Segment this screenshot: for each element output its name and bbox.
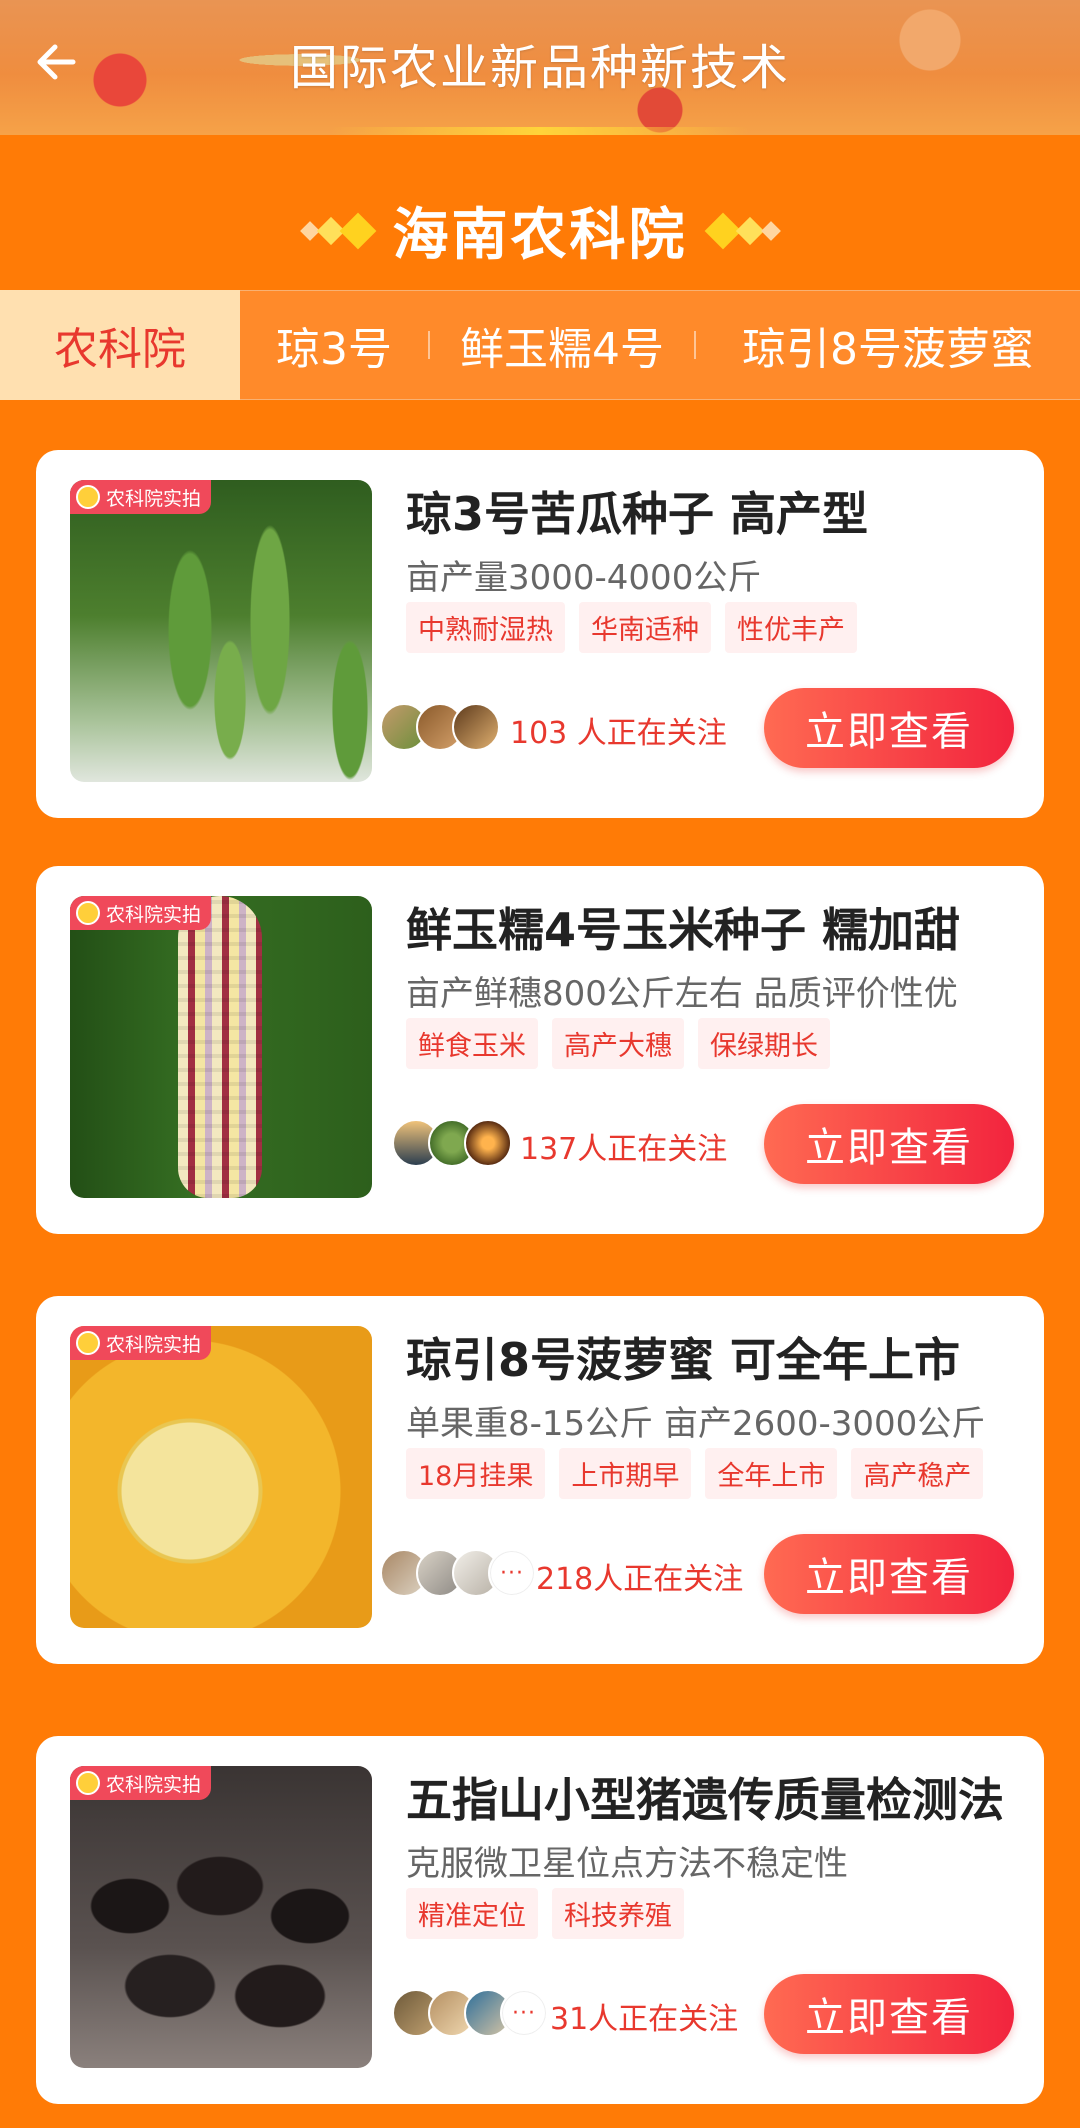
product-image[interactable]: 农科院实拍 [70,896,372,1198]
product-card[interactable]: 农科院实拍 琼引8号菠萝蜜 可全年上市 单果重8-15公斤 亩产2600-300… [36,1296,1044,1664]
tag: 上市期早 [559,1448,692,1499]
avatar [464,1119,512,1167]
more-avatars-icon: ··· [500,1989,548,2037]
product-title: 五指山小型猪遗传质量检测法 [406,1773,1004,1827]
product-card[interactable]: 农科院实拍 鲜玉糯4号玉米种子 糯加甜 亩产鲜穗800公斤左右 品质评价性优 鲜… [36,866,1044,1234]
follower-avatars [392,1119,512,1167]
tag: 高产大穗 [552,1018,684,1069]
photo-badge: 农科院实拍 [70,480,212,514]
view-now-button[interactable]: 立即查看 [764,1534,1014,1614]
view-now-button[interactable]: 立即查看 [764,688,1014,768]
section-title: 海南农科院 [392,203,688,268]
follower-count: 31人正在关注 [550,2002,739,2037]
academy-logo-icon [76,901,100,925]
follower-avatars: ··· [380,1549,536,1597]
tag: 精准定位 [406,1888,538,1939]
tab-xianyunuo4[interactable]: 鲜玉糯4号 [430,290,694,400]
academy-logo-icon [76,1771,100,1795]
product-title: 琼引8号菠萝蜜 可全年上市 [406,1333,961,1387]
product-card[interactable]: 农科院实拍 琼3号苦瓜种子 高产型 亩产量3000-4000公斤 中熟耐湿热 华… [36,450,1044,818]
academy-logo-icon [76,485,100,509]
section-heading: 海南农科院 [0,190,1080,271]
decor-diamond-right-icon [704,212,781,249]
tab-qiongyin8[interactable]: 琼引8号菠萝蜜 [696,290,1080,400]
product-image[interactable]: 农科院实拍 [70,1326,372,1628]
tag: 性优丰产 [725,602,857,653]
header-banner: 国际农业新品种新技术 [0,0,1080,135]
photo-badge: 农科院实拍 [70,1766,212,1800]
badge-label: 农科院实拍 [106,1333,202,1356]
badge-label: 农科院实拍 [106,903,202,926]
tag: 全年上市 [705,1448,838,1499]
tag: 鲜食玉米 [406,1018,538,1069]
tag-list: 精准定位 科技养殖 [406,1888,684,1939]
product-title: 琼3号苦瓜种子 高产型 [406,487,869,541]
tab-qiong3[interactable]: 琼3号 [240,290,428,400]
badge-label: 农科院实拍 [106,1773,202,1796]
tag: 华南适种 [579,602,711,653]
follower-avatars: ··· [392,1989,548,2037]
tag: 18月挂果 [406,1448,546,1499]
product-subtitle: 克服微卫星位点方法不稳定性 [406,1844,848,1884]
tag: 高产稳产 [851,1448,984,1499]
tag: 保绿期长 [698,1018,830,1069]
academy-logo-icon [76,1331,100,1355]
tag-list: 鲜食玉米 高产大穗 保绿期长 [406,1018,830,1069]
view-now-button[interactable]: 立即查看 [764,1104,1014,1184]
tag: 科技养殖 [552,1888,684,1939]
product-card[interactable]: 农科院实拍 五指山小型猪遗传质量检测法 克服微卫星位点方法不稳定性 精准定位 科… [36,1736,1044,2104]
follower-count: 137人正在关注 [520,1132,728,1167]
product-subtitle: 亩产鲜穗800公斤左右 品质评价性优 [406,974,958,1014]
avatar [452,703,500,751]
more-avatars-icon: ··· [488,1549,536,1597]
page-title: 国际农业新品种新技术 [289,40,790,96]
product-title: 鲜玉糯4号玉米种子 糯加甜 [406,903,961,957]
photo-badge: 农科院实拍 [70,1326,212,1360]
follower-avatars [380,703,500,751]
product-subtitle: 单果重8-15公斤 亩产2600-3000公斤 [406,1404,986,1444]
tab-nongkeyuan[interactable]: 农科院 [0,290,240,400]
follower-count: 103 人正在关注 [510,716,727,751]
view-now-button[interactable]: 立即查看 [764,1974,1014,2054]
tag: 中熟耐湿热 [406,602,565,653]
tag-list: 中熟耐湿热 华南适种 性优丰产 [406,602,857,653]
product-image[interactable]: 农科院实拍 [70,1766,372,2068]
product-image[interactable]: 农科院实拍 [70,480,372,782]
photo-badge: 农科院实拍 [70,896,212,930]
badge-label: 农科院实拍 [106,487,202,510]
tag-list: 18月挂果 上市期早 全年上市 高产稳产 [406,1448,984,1499]
corn-photo [70,896,372,1198]
product-subtitle: 亩产量3000-4000公斤 [406,558,762,598]
tab-bar: 农科院 琼3号 鲜玉糯4号 琼引8号菠萝蜜 [0,290,1080,400]
follower-count: 218人正在关注 [536,1562,744,1597]
corn-cob-shape [178,896,262,1198]
decor-diamond-left-icon [299,212,376,249]
